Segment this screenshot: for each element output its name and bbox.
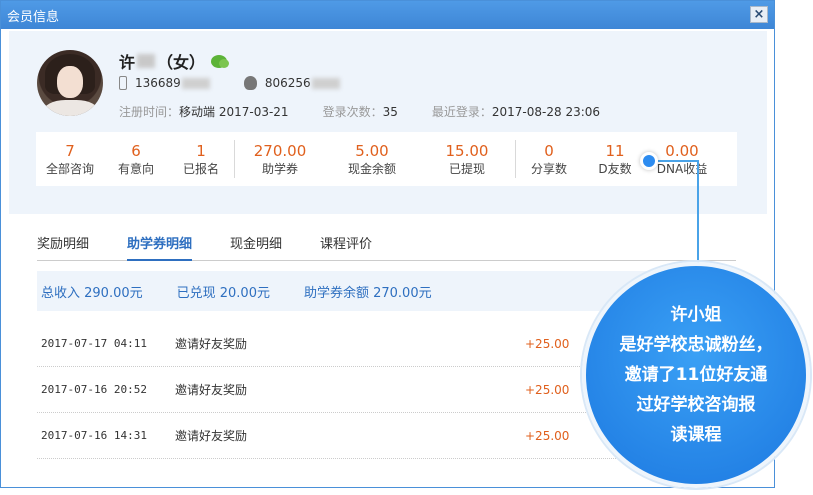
- title-bar: 会员信息: [1, 1, 774, 29]
- wechat-icon: [211, 54, 230, 68]
- callout-line: 许小姐: [670, 305, 722, 325]
- callout-marker: [640, 152, 658, 170]
- tab-rewards[interactable]: 奖励明细: [37, 233, 89, 260]
- callout-line: 邀请了11位好友通: [624, 365, 768, 385]
- avatar: [37, 50, 103, 116]
- stat-intent: 6 有意向: [117, 142, 154, 176]
- window-title: 会员信息: [7, 9, 60, 25]
- callout-bubble: 许小姐 是好学校忠诚粉丝， 邀请了11位好友通 过好学校咨询报 读课程: [582, 262, 810, 488]
- tab-cash[interactable]: 现金明细: [230, 233, 282, 260]
- record-desc: 邀请好友奖励: [175, 429, 248, 443]
- record-time: 2017-07-16 14:31: [41, 429, 147, 442]
- record-amount: +25.00: [525, 336, 570, 351]
- record-desc: 邀请好友奖励: [175, 337, 248, 351]
- name-prefix: 许: [119, 53, 136, 72]
- callout-connector-vertical: [697, 160, 699, 270]
- record-time: 2017-07-16 20:52: [41, 383, 147, 396]
- profile-panel: 许 （女） 136689 806256 注册时间：移动端 2017-03-21 …: [9, 31, 767, 214]
- total-income: 总收入 290.00元: [41, 285, 143, 301]
- name-gender: （女）: [157, 53, 206, 72]
- callout-line: 是好学校忠诚粉丝，: [619, 335, 773, 355]
- callout-connector: [658, 160, 698, 162]
- record-amount: +25.00: [525, 428, 570, 443]
- stats-bar: 7 全部咨询 6 有意向 1 已报名 270.00 助学券 5.00 现金余额 15.00…: [36, 132, 737, 186]
- record-desc: 邀请好友奖励: [175, 383, 248, 397]
- stat-consult: 7 全部咨询: [45, 142, 94, 176]
- register-time: 注册时间：移动端 2017-03-21: [119, 105, 289, 119]
- stat-voucher: 270.00 助学券: [253, 142, 307, 176]
- name-redacted: [137, 54, 156, 68]
- record-time: 2017-07-17 04:11: [41, 337, 147, 350]
- phone-redacted: [181, 77, 210, 89]
- qq-redacted: [311, 77, 340, 89]
- tab-course-reviews[interactable]: 课程评价: [320, 233, 372, 260]
- contact-row: 136689 806256: [119, 76, 340, 90]
- meta-row: 注册时间：移动端 2017-03-21 登录次数：35 最近登录：2017-08…: [119, 103, 634, 120]
- stat-cash-balance: 5.00 现金余额: [347, 142, 396, 176]
- callout-line: 过好学校咨询报: [636, 395, 756, 415]
- stat-enrolled: 1 已报名: [182, 142, 219, 176]
- callout-line: 读课程: [670, 425, 722, 445]
- stat-withdrawn: 15.00 已提现: [445, 142, 489, 176]
- phone-icon: [119, 76, 127, 90]
- member-name: 许 （女）: [119, 49, 230, 73]
- record-amount: +25.00: [525, 382, 570, 397]
- last-login: 最近登录：2017-08-28 23:06: [431, 105, 601, 119]
- tab-vouchers[interactable]: 助学券明细: [127, 233, 193, 261]
- qq-icon: [243, 76, 257, 90]
- qq-number: 806256: [264, 76, 311, 90]
- redeemed-amount: 已兑现 20.00元: [176, 285, 270, 301]
- voucher-balance: 助学券余额 270.00元: [303, 285, 432, 301]
- stat-dna-income: 0.00 DNA收益: [656, 142, 708, 176]
- detail-tabs: 奖励明细 助学券明细 现金明细 课程评价: [37, 233, 736, 261]
- close-button[interactable]: ×: [750, 6, 768, 23]
- stat-friends: 11 D友数: [598, 142, 632, 176]
- phone-number: 136689: [135, 76, 181, 90]
- login-count: 登录次数：35: [322, 105, 398, 119]
- stat-shares: 0 分享数: [530, 142, 567, 176]
